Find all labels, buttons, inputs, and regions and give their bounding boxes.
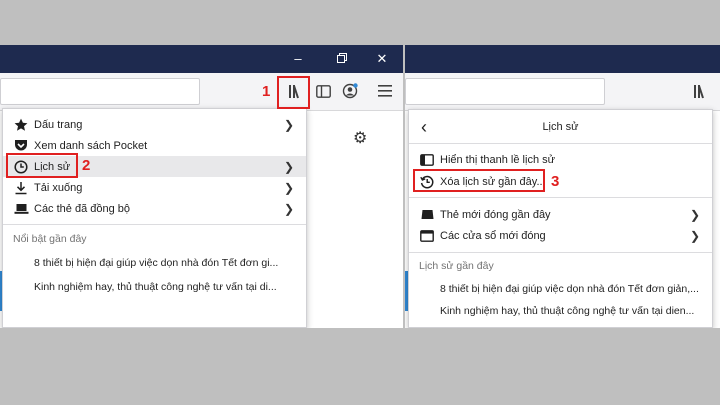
browser-toolbar	[0, 73, 403, 111]
menu-item-bookmarks[interactable]: Dấu trang ❯	[3, 114, 306, 135]
sidebar-icon	[419, 152, 435, 168]
menu-separator	[409, 252, 712, 253]
menu-item-downloads[interactable]: Tải xuống ❯	[3, 177, 306, 198]
window-icon	[419, 228, 435, 244]
section-title-recent-history: Lịch sử gần đây	[419, 260, 494, 272]
right-screenshot: ‹ Lịch sử Hiển thị thanh lề lịch sử Xóa …	[405, 45, 720, 328]
sidebar-toggle-icon[interactable]	[312, 80, 334, 102]
history-menu-header: ‹ Lịch sử	[409, 115, 712, 139]
account-icon[interactable]	[339, 80, 361, 102]
list-item[interactable]: 8 thiết bị hiện đại giúp việc dọn nhà đó…	[409, 279, 712, 300]
left-screenshot: – ✕ ⚙ Dấu trang ❯ Xem danh sách Pocket L…	[0, 45, 403, 328]
tab-icon	[419, 207, 435, 223]
close-button[interactable]: ✕	[372, 49, 392, 69]
menu-separator	[3, 224, 306, 225]
restore-button[interactable]	[332, 49, 352, 69]
chevron-right-icon: ❯	[689, 228, 700, 243]
menu-title: Lịch sử	[542, 121, 579, 133]
library-icon[interactable]	[689, 80, 711, 102]
hamburger-menu-icon[interactable]	[374, 80, 396, 102]
address-bar[interactable]	[405, 78, 605, 105]
list-item[interactable]: Kinh nghiệm hay, thủ thuật công nghệ tư …	[3, 277, 306, 298]
gear-icon[interactable]: ⚙	[353, 128, 367, 148]
star-icon	[13, 117, 29, 133]
step-number: 2	[82, 157, 91, 174]
list-item[interactable]: Kinh nghiệm hay, thủ thuật công nghệ tư …	[409, 301, 712, 322]
menu-item-synced-tabs[interactable]: Các thẻ đã đồng bộ ❯	[3, 198, 306, 219]
chevron-right-icon: ❯	[689, 207, 700, 222]
history-menu: ‹ Lịch sử Hiển thị thanh lề lịch sử Xóa …	[408, 109, 713, 328]
window-titlebar: – ✕	[0, 45, 403, 73]
laptop-icon	[13, 201, 29, 217]
menu-item-recently-closed-tabs[interactable]: Thẻ mới đóng gần đây ❯	[409, 204, 712, 225]
step-number: 3	[551, 173, 560, 190]
highlight-box-library	[277, 76, 310, 109]
download-icon	[13, 180, 29, 196]
restore-icon	[337, 53, 347, 63]
chevron-right-icon: ❯	[283, 201, 294, 216]
menu-separator	[409, 143, 712, 144]
pocket-icon	[13, 138, 29, 154]
menu-item-show-history-sidebar[interactable]: Hiển thị thanh lề lịch sử	[409, 149, 712, 170]
highlight-box-clear-history	[413, 169, 545, 192]
chevron-right-icon: ❯	[283, 180, 294, 195]
menu-separator	[409, 197, 712, 198]
browser-toolbar	[405, 73, 720, 111]
minimize-button[interactable]: –	[288, 49, 308, 69]
list-item[interactable]: 8 thiết bị hiện đại giúp việc dọn nhà đó…	[3, 253, 306, 274]
section-title-highlights: Nổi bật gần đây	[13, 233, 87, 245]
library-menu: Dấu trang ❯ Xem danh sách Pocket Lịch sử…	[2, 108, 307, 328]
window-titlebar	[405, 45, 720, 73]
address-bar[interactable]	[0, 78, 200, 105]
step-number: 1	[262, 83, 271, 100]
menu-item-recently-closed-windows[interactable]: Các cửa sổ mới đóng ❯	[409, 225, 712, 246]
chevron-right-icon: ❯	[283, 117, 294, 132]
highlight-box-history	[6, 153, 78, 178]
chevron-right-icon: ❯	[283, 159, 294, 174]
